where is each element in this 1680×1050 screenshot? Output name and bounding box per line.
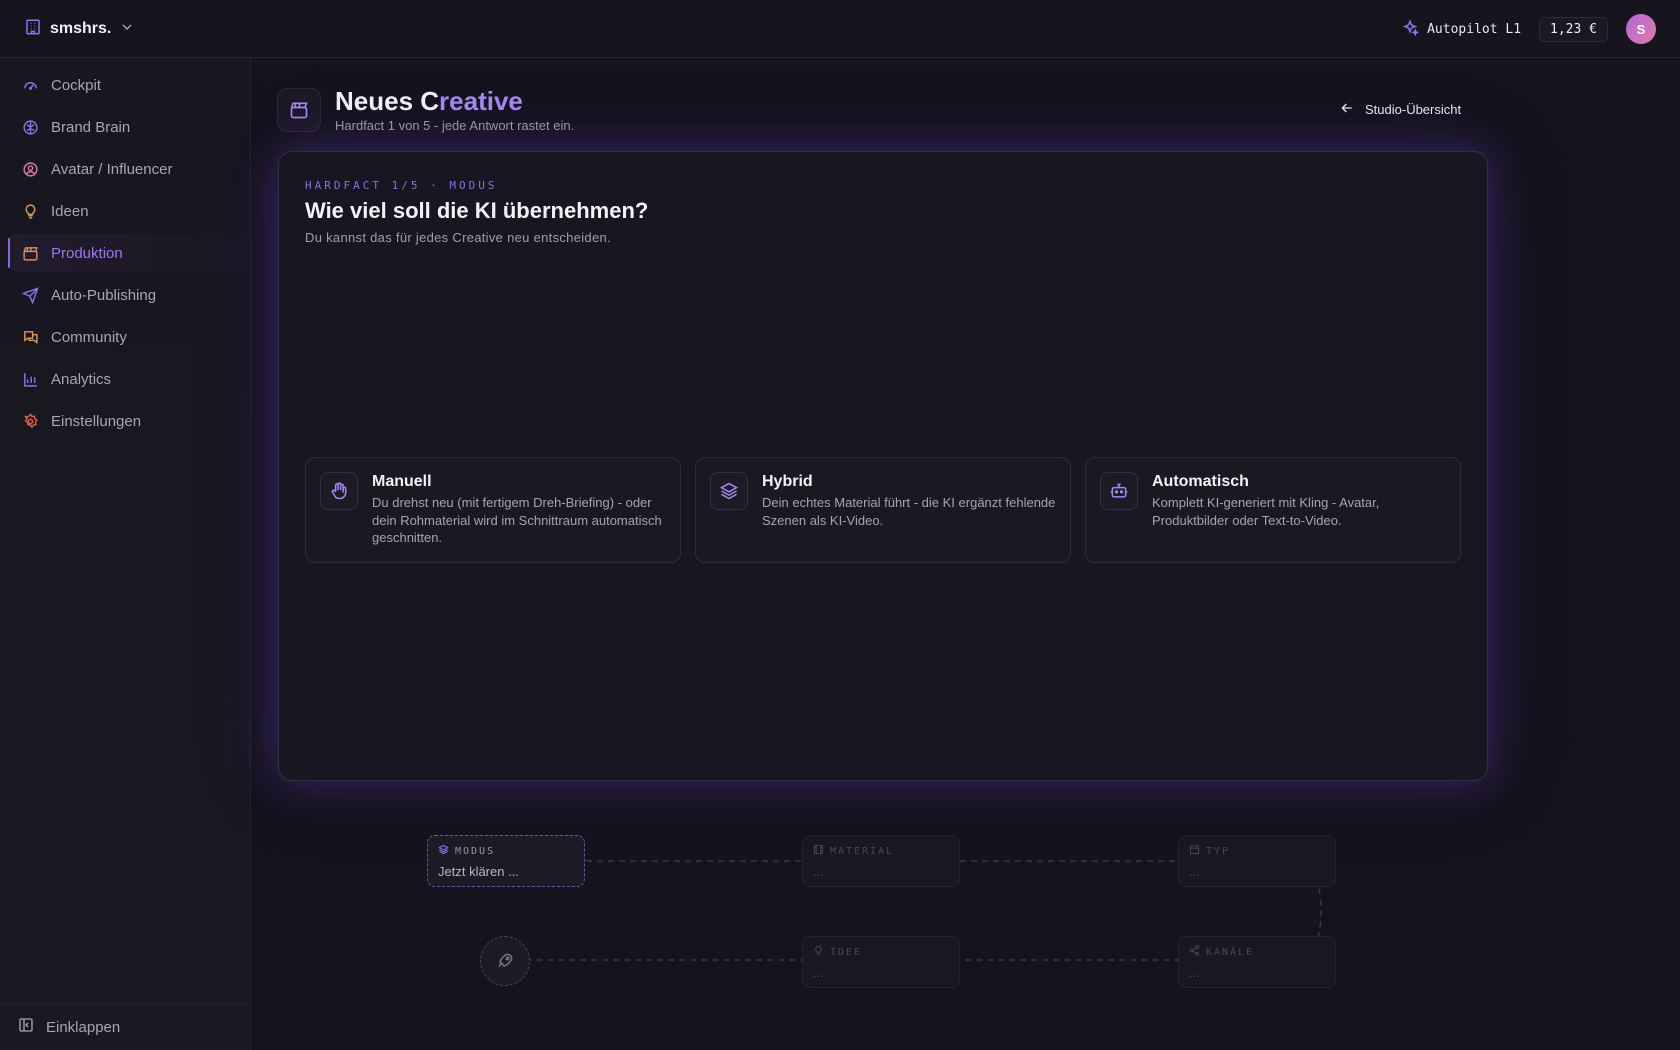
flow-node-idee: IDEE ... [802, 936, 960, 988]
step-eyebrow: HARDFACT 1/5 · MODUS [305, 179, 498, 192]
top-bar: smshrs. Autopilot L1 1,23 € S [0, 0, 1680, 58]
node-value: ... [813, 965, 824, 980]
sidebar-item-analytics[interactable]: Analytics [8, 360, 243, 398]
page-title-accent: reative [439, 86, 523, 116]
node-label-row: MODUS [438, 844, 574, 858]
sidebar-item-label: Auto-Publishing [51, 286, 157, 304]
building-icon [24, 18, 42, 41]
workspace-name: smshrs. [50, 20, 112, 37]
sidebar-item-label: Avatar / Influencer [51, 160, 173, 178]
question-title: Wie viel soll die KI übernehmen? [305, 198, 649, 223]
sidebar-item-label: Community [51, 328, 127, 346]
option-description: Du drehst neu (mit fertigem Dreh-Briefin… [372, 495, 662, 545]
page-subtitle: Hardfact 1 von 5 - jede Antwort rastet e… [335, 118, 575, 133]
autopilot-button[interactable]: Autopilot L1 [1401, 18, 1522, 40]
option-title: Hybrid [762, 473, 813, 490]
collapse-label: Einklappen [46, 1018, 121, 1036]
node-label-row: IDEE [813, 945, 949, 959]
clapperboard-icon [277, 87, 321, 132]
autopilot-label: Autopilot L1 [1427, 21, 1522, 37]
user-avatar[interactable]: S [1626, 14, 1656, 44]
sidebar-item-cockpit[interactable]: Cockpit [8, 66, 243, 104]
brain-icon [21, 118, 39, 136]
option-title: Automatisch [1152, 473, 1249, 490]
node-value: ... [1189, 864, 1200, 879]
page-title: Neues Creative [335, 86, 574, 116]
option-automatisch[interactable]: Automatisch Komplett KI-generiert mit Kl… [1085, 457, 1461, 563]
chevron-down-icon [119, 19, 135, 40]
sidebar-nav: Cockpit Brand Brain Avatar / Influencer … [8, 66, 243, 444]
progress-flow: MODUS Jetzt klären ... MATERIAL ... TYP … [251, 828, 1680, 1028]
user-circle-icon [21, 160, 39, 178]
sidebar-item-label: Analytics [51, 370, 112, 388]
node-value: ... [813, 864, 824, 879]
option-manuell[interactable]: Manuell Du drehst neu (mit fertigem Dreh… [305, 457, 681, 563]
sidebar-item-avatar-influencer[interactable]: Avatar / Influencer [8, 150, 243, 188]
bar-chart-icon [21, 370, 39, 388]
sidebar-item-einstellungen[interactable]: Einstellungen [8, 402, 243, 440]
send-icon [21, 286, 39, 304]
main-content: Neues Creative Hardfact 1 von 5 - jede A… [251, 58, 1680, 1050]
node-label: KANÄLE [1206, 946, 1255, 958]
sidebar-item-label: Einstellungen [51, 412, 142, 430]
option-hybrid[interactable]: Hybrid Dein echtes Material führt - die … [695, 457, 1071, 563]
sidebar: Cockpit Brand Brain Avatar / Influencer … [0, 58, 251, 1050]
sidebar-item-auto-publishing[interactable]: Auto-Publishing [8, 276, 243, 314]
lightbulb-icon [21, 202, 39, 220]
gauge-icon [21, 76, 39, 94]
sidebar-item-label: Ideen [51, 202, 89, 220]
chat-icon [21, 328, 39, 346]
node-value: ... [1189, 965, 1200, 980]
sidebar-collapse-icon [18, 1017, 34, 1037]
sidebar-item-brand-brain[interactable]: Brand Brain [8, 108, 243, 146]
back-label: Studio-Übersicht [1365, 102, 1462, 117]
hand-icon [320, 472, 358, 510]
question-subtitle: Du kannst das für jedes Creative neu ent… [305, 230, 611, 245]
studio-overview-link[interactable]: Studio-Übersicht [1339, 100, 1461, 119]
sidebar-item-ideen[interactable]: Ideen [8, 192, 243, 230]
sidebar-item-community[interactable]: Community [8, 318, 243, 356]
node-label: IDEE [830, 946, 863, 958]
clapperboard-icon [21, 244, 39, 262]
node-label-row: MATERIAL [813, 844, 949, 858]
sidebar-item-label: Cockpit [51, 76, 102, 94]
sidebar-item-produktion[interactable]: Produktion [8, 234, 243, 272]
bot-icon [1100, 472, 1138, 510]
share-icon [1189, 945, 1200, 959]
flow-node-modus[interactable]: MODUS Jetzt klären ... [427, 835, 585, 887]
node-label: MODUS [455, 845, 496, 857]
film-icon [813, 844, 824, 858]
lightbulb-icon [813, 945, 824, 959]
page-title-main: Neues C [335, 86, 440, 116]
arrow-left-icon [1339, 100, 1355, 119]
node-label-row: KANÄLE [1189, 945, 1325, 959]
workspace-switcher[interactable]: smshrs. [24, 17, 135, 41]
flow-node-typ: TYP ... [1178, 835, 1336, 887]
option-description: Dein echtes Material führt - die KI ergä… [762, 495, 1056, 528]
clapperboard-icon [1189, 844, 1200, 858]
flow-node-kanaele: KANÄLE ... [1178, 936, 1336, 988]
sparkles-icon [1401, 18, 1420, 40]
mode-options: Manuell Du drehst neu (mit fertigem Dreh… [305, 457, 1461, 563]
node-value: Jetzt klären ... [438, 864, 519, 879]
option-title: Manuell [372, 473, 432, 490]
layers-icon [710, 472, 748, 510]
option-description: Komplett KI-generiert mit Kling - Avatar… [1152, 495, 1380, 528]
rocket-icon [480, 936, 530, 986]
node-label-row: TYP [1189, 844, 1325, 858]
node-label: MATERIAL [830, 845, 895, 857]
page-header: Neues Creative Hardfact 1 von 5 - jede A… [277, 86, 574, 133]
sidebar-item-label: Brand Brain [51, 118, 131, 136]
node-label: TYP [1206, 845, 1231, 857]
gear-icon [21, 412, 39, 430]
question-card: HARDFACT 1/5 · MODUS Wie viel soll die K… [278, 151, 1488, 781]
flow-node-material: MATERIAL ... [802, 835, 960, 887]
layers-icon [438, 844, 449, 858]
balance-badge: 1,23 € [1539, 16, 1608, 42]
sidebar-item-label: Produktion [51, 244, 123, 262]
collapse-sidebar-button[interactable]: Einklappen [0, 1003, 250, 1050]
